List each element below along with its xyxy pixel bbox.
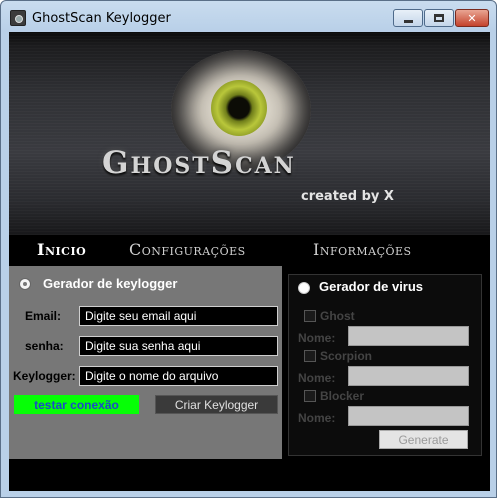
iris [211,80,267,136]
blocker-nome-label: Nome: [298,411,336,425]
minimize-icon [403,19,413,23]
logo-text: GhostScan [102,145,296,181]
keylogger-radio[interactable] [19,278,31,290]
virus-panel: Gerador de virus Ghost Nome: Scorpion No… [288,274,482,456]
header-banner: GhostScan created by X [9,32,490,235]
email-field[interactable]: Digite seu email aqui [79,306,278,326]
blocker-nome-field[interactable] [348,406,469,426]
logo-subtitle: created by X [301,189,394,204]
app-icon [10,10,26,26]
nav-item-configuracoes[interactable]: Configurações [129,240,246,259]
window-title: GhostScan Keylogger [32,11,171,26]
ghost-label: Ghost [320,309,355,323]
close-icon: ✕ [467,11,477,25]
senha-field[interactable]: Digite sua senha aqui [79,336,278,356]
minimize-button[interactable] [393,9,423,27]
scorpion-label: Scorpion [320,349,373,363]
ghost-nome-field[interactable] [348,326,469,346]
senha-label: senha: [25,339,64,353]
keylogger-name-label: Keylogger: [13,369,76,383]
blocker-checkbox[interactable] [304,390,316,402]
virus-panel-title: Gerador de virus [319,279,424,294]
email-label: Email: [25,309,62,323]
ghost-nome-label: Nome: [298,331,336,345]
scorpion-checkbox[interactable] [304,350,316,362]
generate-button[interactable]: Generate [379,430,468,449]
maximize-button[interactable] [424,9,454,27]
keylogger-panel: Gerador de keylogger Email: Digite seu e… [9,266,282,459]
app-window: GhostScan Keylogger ✕ GhostScan created … [0,0,497,498]
virus-radio[interactable] [298,282,310,294]
nav-item-informacoes[interactable]: Informações [313,240,412,259]
keylogger-name-field[interactable]: Digite o nome do arquivo [79,366,278,386]
nav-item-inicio[interactable]: Inicio [37,240,86,259]
close-button[interactable]: ✕ [455,9,489,27]
blocker-label: Blocker [320,389,365,403]
create-keylogger-button[interactable]: Criar Keylogger [155,395,278,414]
maximize-icon [434,14,444,22]
ghost-checkbox[interactable] [304,310,316,322]
title-bar[interactable]: GhostScan Keylogger ✕ [1,1,496,35]
scorpion-nome-label: Nome: [298,371,336,385]
test-connection-button[interactable]: testar conexão [14,395,139,414]
nav-bar: Inicio Configurações Informações [9,235,490,262]
scorpion-nome-field[interactable] [348,366,469,386]
keylogger-panel-title: Gerador de keylogger [43,276,178,291]
client-area: GhostScan created by X Inicio Configuraç… [9,32,490,491]
